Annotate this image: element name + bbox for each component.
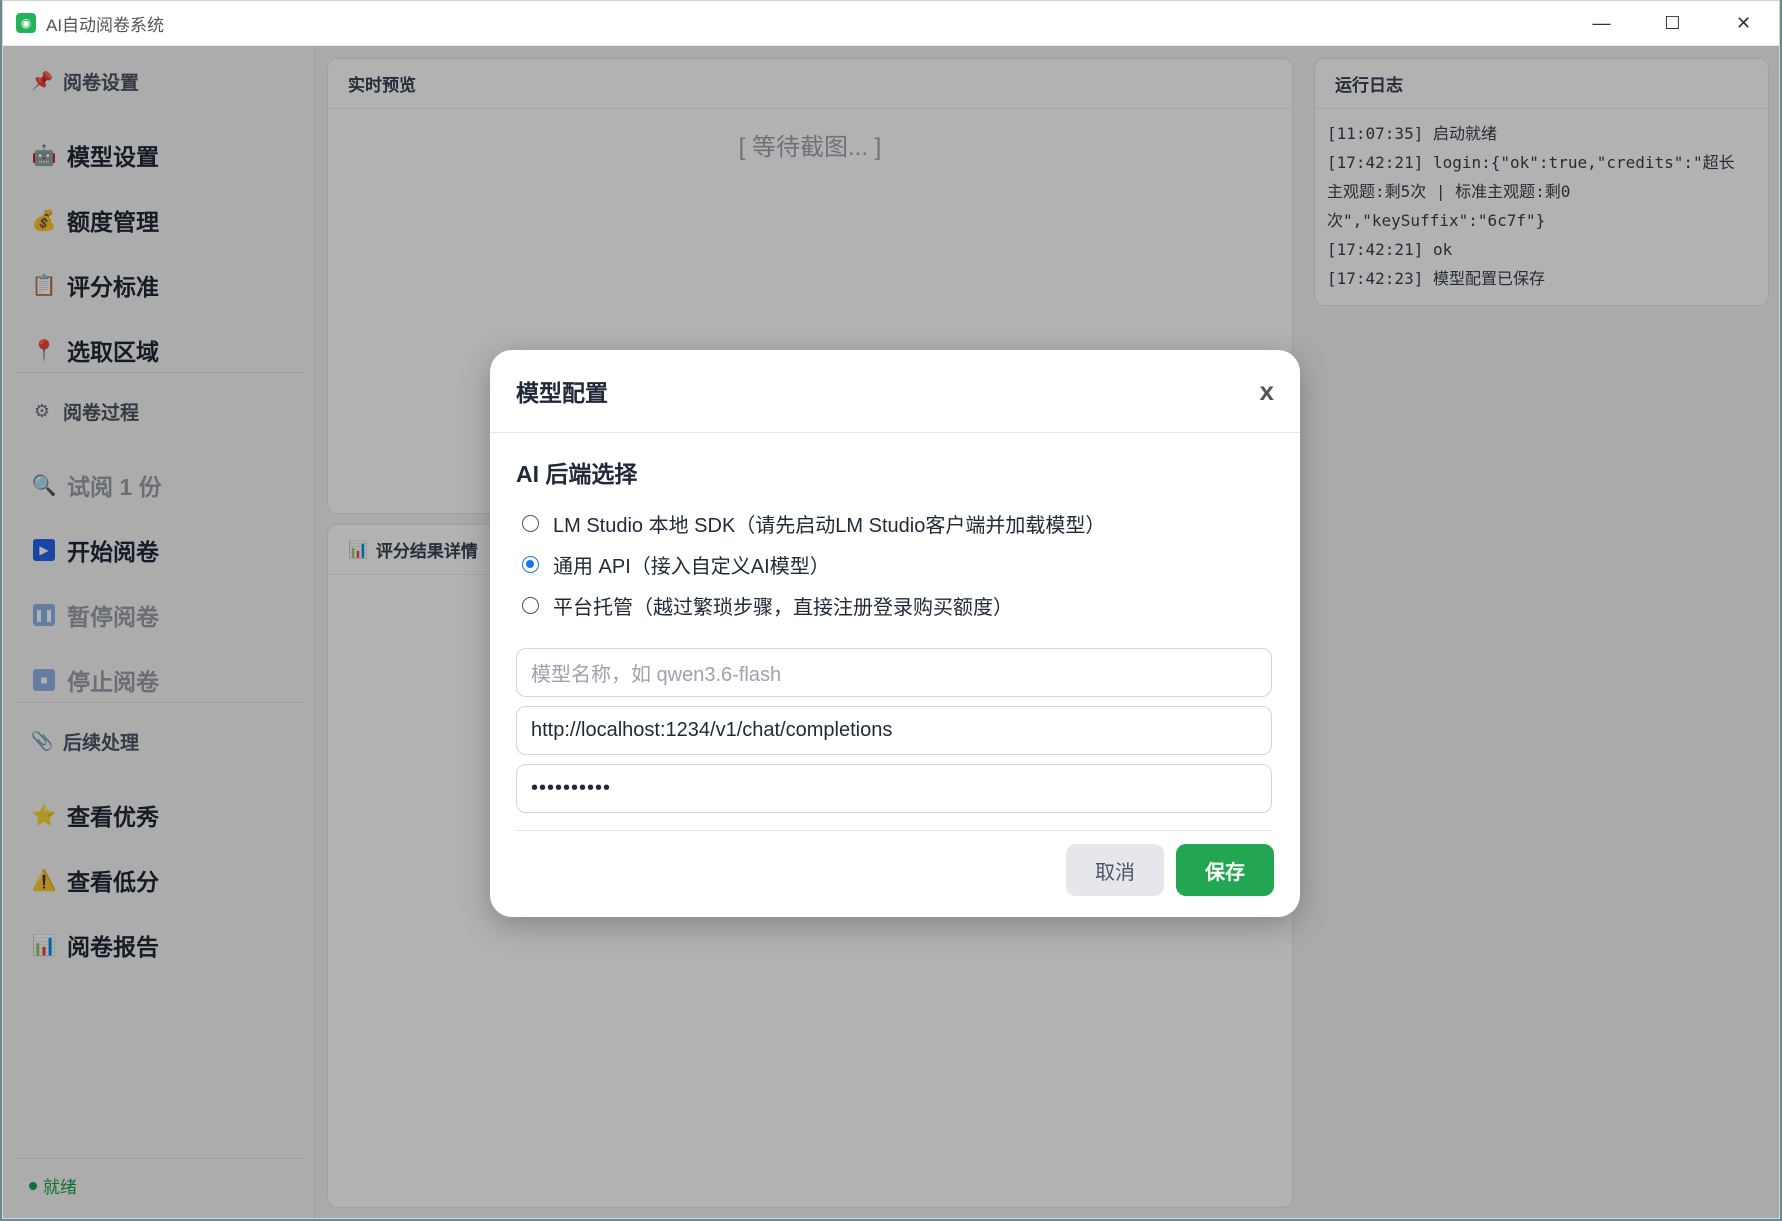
- radio-option-platform[interactable]: 平台托管（越过繁琐步骤，直接注册登录购买额度）: [516, 585, 1274, 626]
- radio-button[interactable]: [522, 515, 539, 532]
- app-logo-icon: ◉: [16, 13, 36, 33]
- backend-section-title: AI 后端选择: [516, 461, 638, 487]
- radio-label: 平台托管（越过繁琐步骤，直接注册登录购买额度）: [553, 597, 1013, 619]
- window-title: AI自动阅卷系统: [46, 15, 165, 35]
- radio-button-selected[interactable]: [522, 556, 539, 573]
- app-window: ◉ AI自动阅卷系统 — ☐ ✕ 📌 阅卷设置 🤖 模型设置 💰 额度管理 📋 …: [2, 0, 1780, 1219]
- modal-body: AI 后端选择 LM Studio 本地 SDK（请先启动LM Studio客户…: [490, 433, 1300, 831]
- modal-footer: 取消 保存: [1066, 844, 1274, 896]
- api-url-input[interactable]: http://localhost:1234/v1/chat/completion…: [516, 706, 1272, 755]
- close-icon[interactable]: x: [1260, 376, 1274, 407]
- window-controls: — ☐ ✕: [1566, 1, 1779, 46]
- title-bar: ◉ AI自动阅卷系统 — ☐ ✕: [3, 1, 1779, 46]
- radio-label: 通用 API（接入自定义AI模型）: [553, 556, 830, 578]
- model-config-dialog: 模型配置 x AI 后端选择 LM Studio 本地 SDK（请先启动LM S…: [490, 350, 1300, 917]
- modal-header: 模型配置 x: [490, 350, 1300, 433]
- save-button[interactable]: 保存: [1176, 844, 1274, 896]
- radio-label: LM Studio 本地 SDK（请先启动LM Studio客户端并加载模型）: [553, 515, 1106, 537]
- api-key-input[interactable]: ••••••••••: [516, 764, 1272, 813]
- config-fields: 模型名称，如 qwen3.6-flash http://localhost:12…: [516, 648, 1274, 813]
- divider: [516, 830, 1272, 831]
- maximize-button[interactable]: ☐: [1637, 1, 1708, 46]
- minimize-button[interactable]: —: [1566, 1, 1637, 46]
- cancel-button[interactable]: 取消: [1066, 844, 1164, 896]
- model-name-input[interactable]: 模型名称，如 qwen3.6-flash: [516, 648, 1272, 697]
- close-window-button[interactable]: ✕: [1708, 1, 1779, 46]
- modal-title: 模型配置: [516, 380, 608, 406]
- radio-option-lmstudio[interactable]: LM Studio 本地 SDK（请先启动LM Studio客户端并加载模型）: [516, 503, 1274, 544]
- radio-option-generic-api[interactable]: 通用 API（接入自定义AI模型）: [516, 544, 1274, 585]
- radio-button[interactable]: [522, 597, 539, 614]
